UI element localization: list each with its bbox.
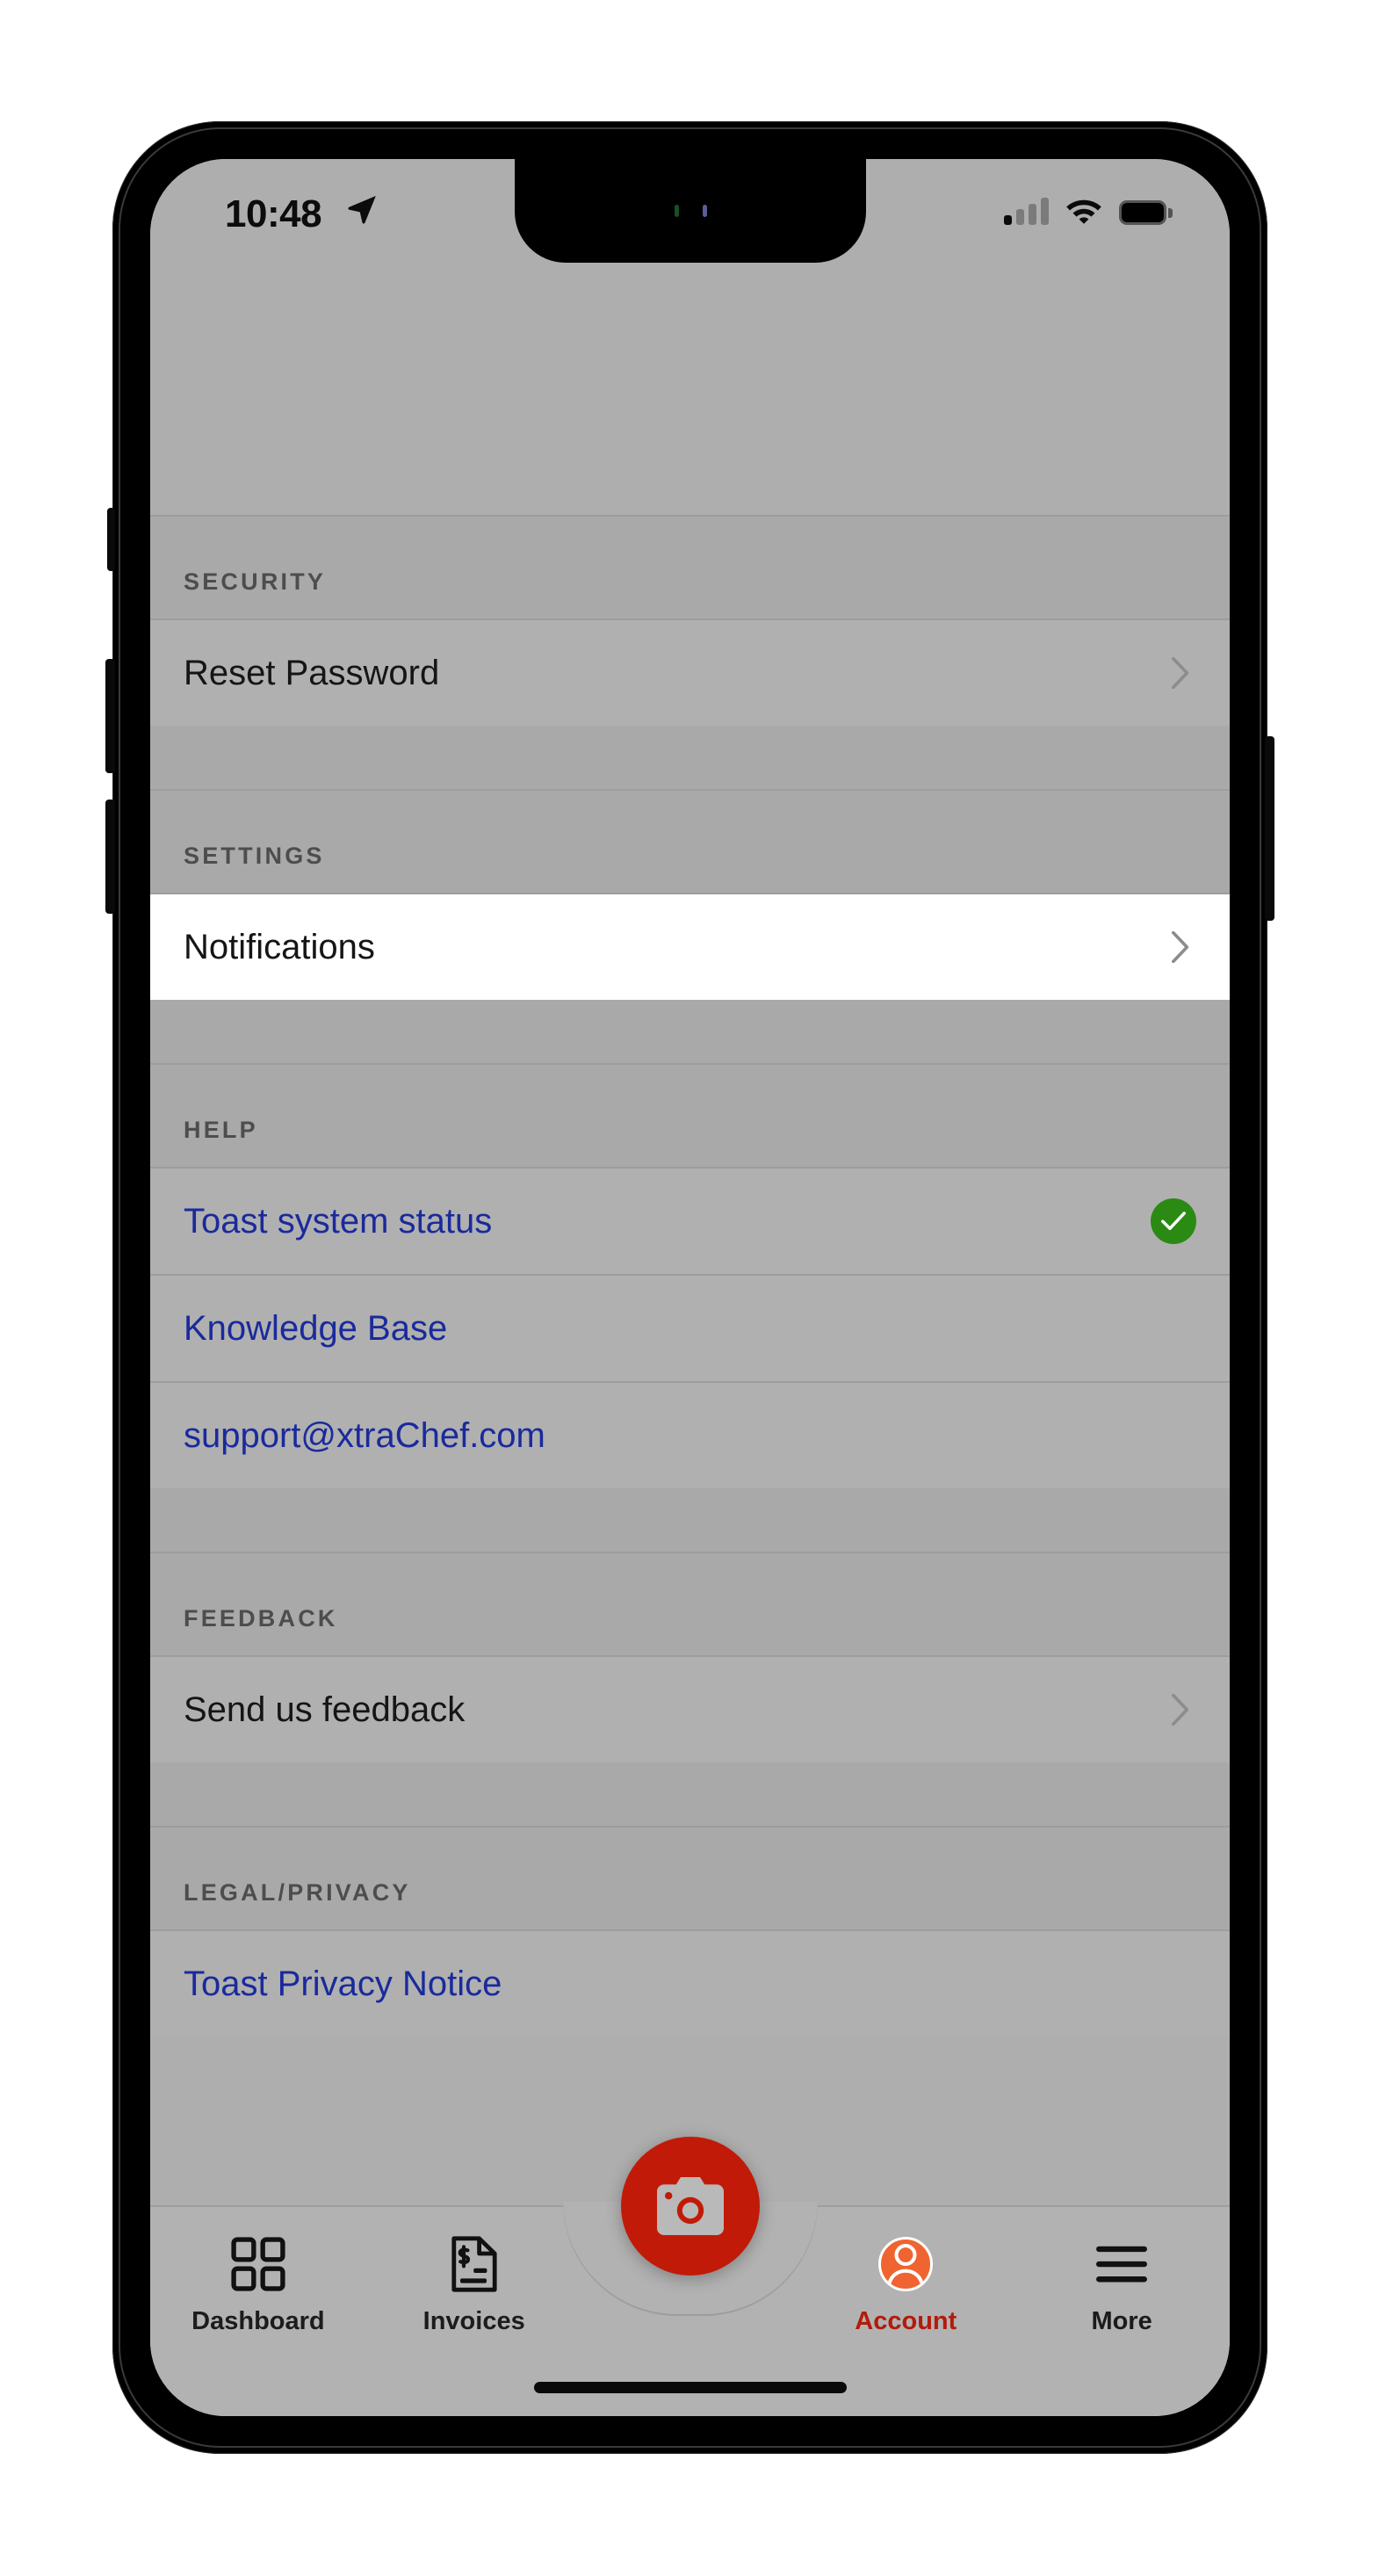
section-header-label: SETTINGS: [184, 843, 325, 869]
chevron-right-icon: [1172, 931, 1189, 963]
section-header-legal-privacy: LEGAL/PRIVACY: [150, 1826, 1230, 1929]
list-row-label: Send us feedback: [184, 1690, 466, 1729]
mute-switch[interactable]: [107, 508, 115, 571]
account-avatar-icon: [878, 2237, 934, 2291]
account-avatar-icon-wrap: [878, 2237, 934, 2291]
grid-icon-wrap: [231, 2237, 285, 2291]
section-header-label: LEGAL/PRIVACY: [184, 1879, 411, 1906]
phone-frame: SECURITY Reset Password SETTINGS Notificati…: [105, 121, 1274, 2454]
section-header-security: SECURITY: [150, 515, 1230, 619]
phone-screen: SECURITY Reset Password SETTINGS Notificati…: [150, 159, 1230, 2416]
cellular-signal-icon: [1004, 198, 1049, 225]
front-camera-speck: [674, 205, 679, 217]
section-header-help: HELP: [150, 1063, 1230, 1167]
face-id-sensor-speck: [702, 205, 707, 217]
status-bar-indicators: [1004, 198, 1173, 225]
grid-icon: [231, 2237, 285, 2291]
list-row-knowledge-base[interactable]: Knowledge Base: [150, 1274, 1230, 1381]
tab-account[interactable]: Account: [798, 2237, 1014, 2336]
hamburger-menu-icon: [1096, 2246, 1148, 2283]
tab-label: More: [1091, 2307, 1152, 2335]
invoice-document-icon: [451, 2236, 497, 2292]
section-gap: [150, 1762, 1230, 1826]
list-row-send-us-feedback[interactable]: Send us feedback: [150, 1655, 1230, 1762]
list-row-label: Toast Privacy Notice: [184, 1964, 502, 2003]
home-indicator[interactable]: [533, 2382, 847, 2393]
list-row-label: Reset Password: [184, 653, 440, 692]
battery-full-icon: [1119, 200, 1173, 225]
list-row-support-xtrachef-com[interactable]: support@xtraChef.com: [150, 1381, 1230, 1488]
camera-icon: [656, 2177, 724, 2235]
section-gap: [150, 1488, 1230, 1552]
invoice-document-icon-wrap: [451, 2236, 498, 2292]
section-header-label: FEEDBACK: [184, 1605, 338, 1632]
section-header-feedback: FEEDBACK: [150, 1552, 1230, 1655]
section-gap: [150, 726, 1230, 789]
list-row-label: support@xtraChef.com: [184, 1415, 545, 1455]
location-arrow-icon: [348, 195, 376, 224]
section-header-label: HELP: [184, 1117, 258, 1143]
section-header-label: SECURITY: [184, 568, 327, 595]
section-header-settings: SETTINGS: [150, 789, 1230, 893]
list-row-label: Toast system status: [184, 1201, 493, 1241]
chevron-right-icon: [1172, 1694, 1189, 1726]
list-row-label: Knowledge Base: [184, 1308, 448, 1348]
tab-label: Dashboard: [191, 2307, 325, 2335]
status-bar-time: 10:48: [225, 192, 322, 235]
list-row-toast-system-status[interactable]: Toast system status: [150, 1167, 1230, 1274]
list-row-label: Notifications: [184, 927, 375, 966]
tab-label: Account: [855, 2307, 957, 2335]
chevron-right-icon: [1172, 657, 1189, 689]
hamburger-menu-icon-wrap: [1094, 2237, 1149, 2291]
list-row-notifications[interactable]: Notifications: [150, 893, 1230, 1000]
settings-sections: SECURITY Reset Password SETTINGS Notificati…: [150, 515, 1230, 2037]
display-notch: [514, 159, 866, 263]
tab-more[interactable]: More: [1014, 2237, 1230, 2336]
power-button[interactable]: [1265, 736, 1274, 921]
tab-label: Invoices: [422, 2307, 525, 2335]
volume-up-button[interactable]: [105, 659, 115, 773]
wifi-icon: [1066, 199, 1101, 224]
list-row-toast-privacy-notice[interactable]: Toast Privacy Notice: [150, 1929, 1230, 2037]
volume-down-button[interactable]: [105, 800, 115, 914]
section-gap: [150, 1000, 1230, 1063]
list-row-reset-password[interactable]: Reset Password: [150, 619, 1230, 726]
tab-dashboard[interactable]: Dashboard: [150, 2237, 366, 2336]
camera-capture-button[interactable]: [620, 2137, 760, 2276]
tab-invoices[interactable]: Invoices: [366, 2236, 582, 2336]
account-settings-list: SECURITY Reset Password SETTINGS Notificati…: [150, 159, 1230, 2416]
status-ok-badge-icon: [1151, 1198, 1196, 1244]
